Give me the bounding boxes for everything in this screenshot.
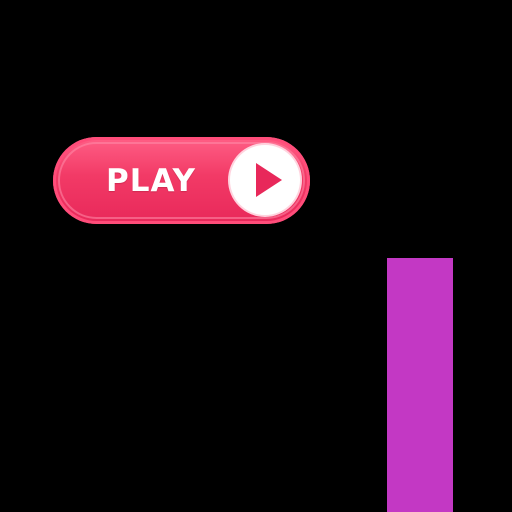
play-button[interactable]: PLAY [53,137,310,224]
play-icon [256,163,282,197]
play-icon-circle [230,145,300,215]
play-button-label: PLAY [106,163,196,199]
magenta-bar [387,258,453,512]
game-screen: PLAY [0,0,512,512]
